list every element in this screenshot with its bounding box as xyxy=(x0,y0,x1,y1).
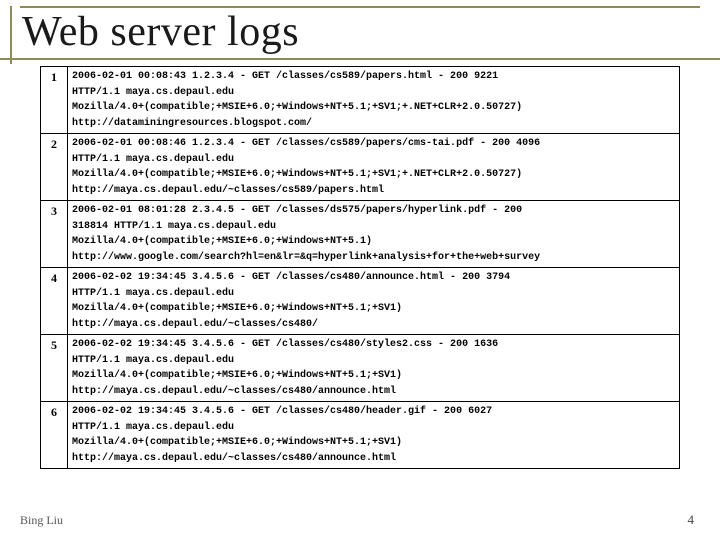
row-log-lines: 2006-02-01 08:01:28 2.3.4.5 - GET /class… xyxy=(68,201,680,268)
log-line: http://maya.cs.depaul.edu/~classes/cs480… xyxy=(72,451,675,467)
log-line: 2006-02-02 19:34:45 3.4.5.6 - GET /class… xyxy=(72,337,675,353)
log-line: HTTP/1.1 maya.cs.depaul.edu xyxy=(72,85,675,101)
log-line: HTTP/1.1 maya.cs.depaul.edu xyxy=(72,286,675,302)
table-row: 22006-02-01 00:08:46 1.2.3.4 - GET /clas… xyxy=(41,134,680,201)
log-line: HTTP/1.1 maya.cs.depaul.edu xyxy=(72,152,675,168)
log-line: 2006-02-02 19:34:45 3.4.5.6 - GET /class… xyxy=(72,404,675,420)
row-log-lines: 2006-02-02 19:34:45 3.4.5.6 - GET /class… xyxy=(68,268,680,335)
log-line: 2006-02-01 00:08:43 1.2.3.4 - GET /class… xyxy=(72,69,675,85)
table-row: 32006-02-01 08:01:28 2.3.4.5 - GET /clas… xyxy=(41,201,680,268)
row-index: 3 xyxy=(41,201,68,268)
log-line: Mozilla/4.0+(compatible;+MSIE+6.0;+Windo… xyxy=(72,100,675,116)
log-line: http://dataminingresources.blogspot.com/ xyxy=(72,116,675,132)
row-index: 6 xyxy=(41,402,68,469)
row-log-lines: 2006-02-02 19:34:45 3.4.5.6 - GET /class… xyxy=(68,335,680,402)
table-row: 62006-02-02 19:34:45 3.4.5.6 - GET /clas… xyxy=(41,402,680,469)
log-line: http://maya.cs.depaul.edu/~classes/cs589… xyxy=(72,183,675,199)
table-row: 52006-02-02 19:34:45 3.4.5.6 - GET /clas… xyxy=(41,335,680,402)
title-accent-vertical xyxy=(10,6,12,64)
row-log-lines: 2006-02-02 19:34:45 3.4.5.6 - GET /class… xyxy=(68,402,680,469)
log-line: HTTP/1.1 maya.cs.depaul.edu xyxy=(72,420,675,436)
row-log-lines: 2006-02-01 00:08:43 1.2.3.4 - GET /class… xyxy=(68,67,680,134)
log-line: http://www.google.com/search?hl=en&lr=&q… xyxy=(72,250,675,266)
footer-author: Bing Liu xyxy=(20,513,63,528)
log-line: 318814 HTTP/1.1 maya.cs.depaul.edu xyxy=(72,219,675,235)
log-line: http://maya.cs.depaul.edu/~classes/cs480… xyxy=(72,317,675,333)
row-index: 5 xyxy=(41,335,68,402)
log-line: 2006-02-02 19:34:45 3.4.5.6 - GET /class… xyxy=(72,270,675,286)
log-line: 2006-02-01 00:08:46 1.2.3.4 - GET /class… xyxy=(72,136,675,152)
title-accent-underline xyxy=(0,58,720,60)
log-table: 12006-02-01 00:08:43 1.2.3.4 - GET /clas… xyxy=(40,66,680,469)
log-line: http://maya.cs.depaul.edu/~classes/cs480… xyxy=(72,384,675,400)
row-index: 4 xyxy=(41,268,68,335)
log-line: 2006-02-01 08:01:28 2.3.4.5 - GET /class… xyxy=(72,203,675,219)
row-log-lines: 2006-02-01 00:08:46 1.2.3.4 - GET /class… xyxy=(68,134,680,201)
slide: Web server logs 12006-02-01 00:08:43 1.2… xyxy=(0,0,720,540)
log-line: HTTP/1.1 maya.cs.depaul.edu xyxy=(72,353,675,369)
log-line: Mozilla/4.0+(compatible;+MSIE+6.0;+Windo… xyxy=(72,435,675,451)
table-row: 42006-02-02 19:34:45 3.4.5.6 - GET /clas… xyxy=(41,268,680,335)
row-index: 1 xyxy=(41,67,68,134)
log-line: Mozilla/4.0+(compatible;+MSIE+6.0;+Windo… xyxy=(72,167,675,183)
row-index: 2 xyxy=(41,134,68,201)
footer-page-number: 4 xyxy=(688,512,695,528)
log-line: Mozilla/4.0+(compatible;+MSIE+6.0;+Windo… xyxy=(72,368,675,384)
slide-title: Web server logs xyxy=(22,8,700,56)
log-line: Mozilla/4.0+(compatible;+MSIE+6.0;+Windo… xyxy=(72,234,675,250)
log-line: Mozilla/4.0+(compatible;+MSIE+6.0;+Windo… xyxy=(72,301,675,317)
table-row: 12006-02-01 00:08:43 1.2.3.4 - GET /clas… xyxy=(41,67,680,134)
